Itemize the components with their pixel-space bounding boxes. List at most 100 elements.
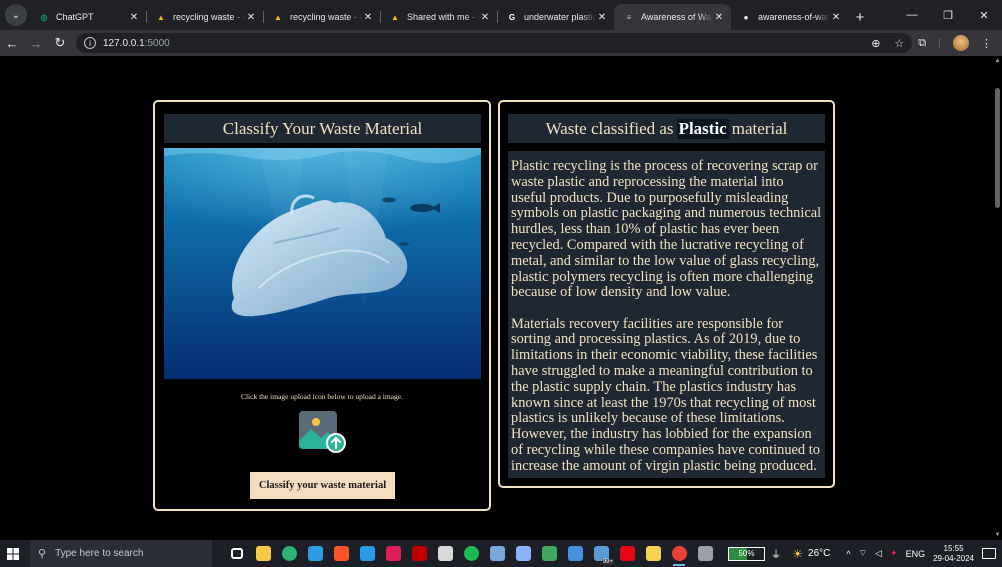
github-icon: ●	[743, 12, 749, 22]
language-indicator[interactable]: ENG	[906, 549, 926, 559]
toolbar-divider: |	[938, 37, 941, 49]
classify-button[interactable]: Classify your waste material	[250, 472, 395, 499]
taskbar-search-placeholder: Type here to search	[55, 548, 144, 559]
page-scrollbar[interactable]: ▲ ▼	[993, 56, 1002, 540]
notification-center-icon[interactable]	[982, 548, 996, 559]
description-paragraph: Materials recovery facilities are respon…	[511, 315, 820, 474]
browser-tab-strip: ⌄ ◎ChatGPT✕▲recycling waste - Goo✕▲recyc…	[0, 0, 1002, 30]
menu-kebab-icon[interactable]: ⋮	[981, 37, 992, 50]
tab-close-icon[interactable]: ✕	[245, 12, 257, 23]
site-info-icon[interactable]: i	[84, 37, 96, 49]
tab-close-icon[interactable]: ✕	[713, 12, 725, 23]
google-drive-icon: ▲	[391, 12, 399, 22]
antivirus-icon[interactable]: ✦	[890, 548, 898, 559]
description-paragraph: Plastic recycling is the process of reco…	[511, 158, 822, 301]
browser-tab[interactable]: Gunderwater plastic pol✕	[497, 4, 614, 30]
classify-card: Classify Your Waste Material Click the i…	[153, 100, 491, 511]
tab-title: awareness-of-waste	[758, 12, 830, 22]
clock-date: 29-04-2024	[933, 553, 974, 563]
network-icon[interactable]: ⌔	[859, 548, 867, 559]
upload-hint: Click the image upload icon below to upl…	[240, 392, 404, 401]
classify-heading: Classify Your Waste Material	[164, 114, 481, 143]
search-icon: ⚲	[38, 548, 47, 560]
window-controls: — ❐ ✕	[894, 0, 1002, 30]
address-bar[interactable]: i 127.0.0.1:5000 ⊕ ☆	[76, 33, 913, 53]
brave-icon[interactable]	[328, 540, 354, 567]
browser-tab[interactable]: ▲ recycling waste - Goo✕	[146, 4, 263, 30]
filezilla-icon[interactable]	[406, 540, 432, 567]
edge-icon[interactable]	[276, 540, 302, 567]
photos-icon[interactable]	[536, 540, 562, 567]
bookmark-star-icon[interactable]: ☆	[894, 37, 904, 50]
browser-tab[interactable]: ≡ Awareness of Waste✕	[614, 4, 731, 30]
close-window-icon[interactable]: ✕	[966, 9, 1002, 22]
tray-chevron-icon[interactable]: ^	[846, 549, 850, 559]
browser-tab[interactable]: ● awareness-of-waste✕	[731, 4, 848, 30]
tab-title: Shared with me - Goo	[407, 12, 479, 22]
google-drive-icon: ▲	[157, 12, 165, 22]
notification-badge: 99+	[601, 559, 614, 565]
material-description: Plastic recycling is the process of reco…	[508, 151, 825, 478]
weather-widget[interactable]: ☀ 26°C	[792, 547, 830, 561]
extensions-icon[interactable]: ⧉	[918, 37, 926, 50]
taskbar-search-box[interactable]: ⚲ Type here to search	[30, 540, 212, 567]
browser-tab[interactable]: ▲ Shared with me - Goo✕	[380, 4, 497, 30]
page-viewport: Classify Your Waste Material Click the i…	[0, 56, 993, 540]
tab-title: recycling waste - Goo	[290, 12, 362, 22]
store-icon[interactable]	[302, 540, 328, 567]
result-heading: Waste classified as Plastic material	[508, 114, 825, 143]
battery-indicator[interactable]: 50%	[728, 546, 765, 561]
tab-title: Awareness of Waste	[641, 12, 713, 22]
browser-tab[interactable]: ▲ recycling waste - Goo✕	[263, 4, 380, 30]
windows-start-icon[interactable]	[0, 547, 26, 560]
temperature: 26°C	[808, 548, 831, 559]
result-heading-suffix: material	[731, 118, 788, 138]
zoom-icon[interactable]: ⊕	[871, 37, 880, 50]
scroll-down-icon[interactable]: ▼	[993, 532, 1002, 538]
app-icon[interactable]	[692, 540, 718, 567]
uploaded-waste-image	[164, 148, 481, 379]
browser-toolbar: ← → ↻ i 127.0.0.1:5000 ⊕ ☆ ⧉ | ⋮	[0, 30, 1002, 56]
tab-close-icon[interactable]: ✕	[128, 12, 140, 23]
google-drive-icon: ▲	[274, 12, 282, 22]
profile-avatar[interactable]	[953, 35, 969, 51]
minimize-icon[interactable]: —	[894, 9, 930, 21]
tab-close-icon[interactable]: ✕	[479, 12, 491, 23]
spotify-icon[interactable]	[458, 540, 484, 567]
forward-icon[interactable]: →	[24, 36, 48, 51]
app-icon[interactable]	[510, 540, 536, 567]
maximize-icon[interactable]: ❐	[930, 9, 966, 22]
tab-close-icon[interactable]: ✕	[362, 12, 374, 23]
app-icon[interactable]	[432, 540, 458, 567]
back-icon[interactable]: ←	[0, 36, 24, 51]
result-card: Waste classified as Plastic material Plast…	[498, 100, 835, 488]
windows-taskbar: ⚲ Type here to search 99+ 50% ⏚ ☀ 26°C ^…	[0, 540, 1002, 567]
netflix-icon[interactable]	[614, 540, 640, 567]
url-port: :5000	[144, 37, 170, 49]
vscode-icon[interactable]	[354, 540, 380, 567]
clock-time: 15:55	[943, 543, 964, 553]
scroll-up-icon[interactable]: ▲	[993, 58, 1002, 64]
browser-tab[interactable]: ◎ ChatGPT ✕	[29, 4, 146, 30]
file-explorer-icon[interactable]	[250, 540, 276, 567]
chatgpt-icon: ◎	[40, 12, 48, 22]
app-icon[interactable]	[562, 540, 588, 567]
weather-sun-icon: ☀	[792, 546, 804, 561]
charging-plug-icon: ⏚	[771, 550, 781, 561]
scrollbar-thumb[interactable]	[995, 88, 1000, 208]
app-icon[interactable]: 99+	[588, 540, 614, 567]
new-tab-button[interactable]: +	[848, 4, 872, 30]
volume-icon[interactable]: ◁	[875, 548, 882, 559]
tab-close-icon[interactable]: ✕	[830, 12, 842, 23]
tab-close-icon[interactable]: ✕	[596, 12, 608, 23]
task-view-icon[interactable]	[224, 540, 250, 567]
sticky-notes-icon[interactable]	[640, 540, 666, 567]
slack-icon[interactable]	[380, 540, 406, 567]
chrome-icon[interactable]	[666, 540, 692, 567]
page-icon: ≡	[626, 12, 632, 22]
image-upload-icon[interactable]	[299, 411, 346, 453]
tab-search-icon[interactable]: ⌄	[5, 4, 27, 26]
system-clock[interactable]: 15:55 29-04-2024	[933, 544, 974, 564]
app-icon[interactable]	[484, 540, 510, 567]
reload-icon[interactable]: ↻	[48, 35, 72, 51]
